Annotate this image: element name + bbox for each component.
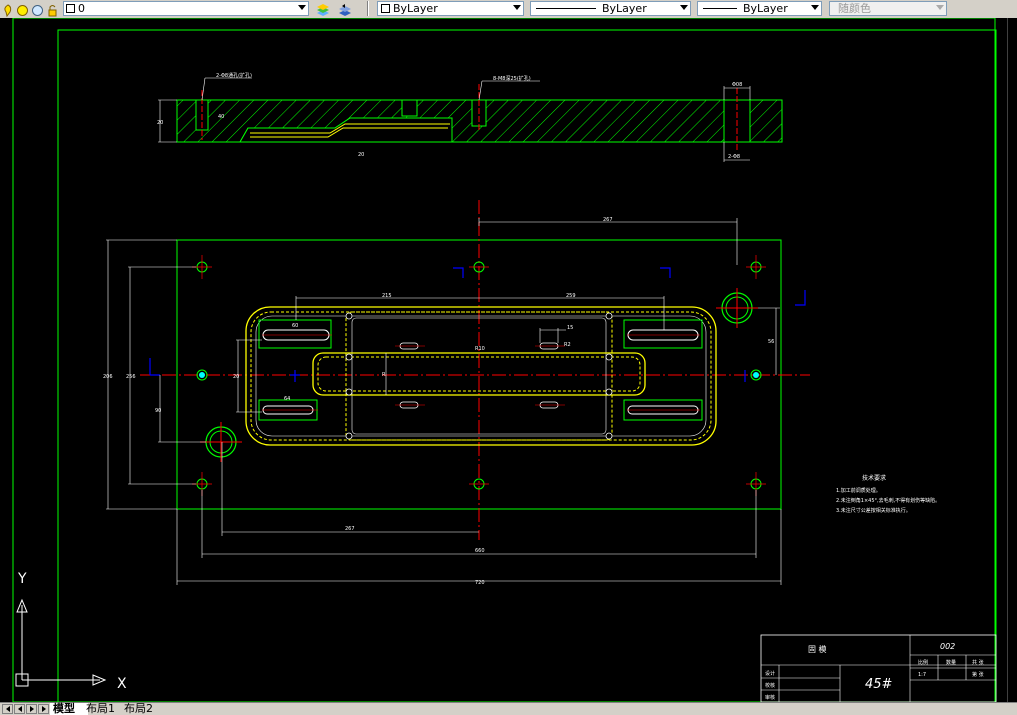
color-value: ByLayer: [393, 2, 438, 15]
plotstyle-value: 随颜色: [838, 2, 871, 15]
section-dim-h: 20: [157, 120, 163, 126]
lineweight-dropdown[interactable]: ByLayer: [697, 1, 822, 16]
layer-dropdown[interactable]: 0: [63, 1, 309, 16]
ucs-x-label: X: [117, 676, 127, 692]
part-name: 固 模: [808, 644, 827, 654]
dim-bot-267: 267: [345, 526, 355, 532]
drawing-canvas[interactable]: 20 40 20 2-Φ8通孔(扩孔) 8-M8深25(扩孔) Φ08 2-Φ8: [0, 18, 1007, 702]
dim-56: 56: [768, 339, 774, 345]
tech-notes-title: 技术要求: [862, 474, 886, 482]
chevron-down-icon: [298, 5, 306, 10]
linetype-dropdown[interactable]: ByLayer: [530, 1, 691, 16]
properties-toolbar: 0 ByLayer ByLayer ByLayer 随颜色: [0, 0, 1017, 19]
dim-720: 720: [475, 580, 485, 586]
color-dropdown[interactable]: ByLayer: [377, 1, 524, 16]
dim-64: 64: [284, 396, 290, 402]
tab-layout2[interactable]: 布局2: [121, 703, 163, 715]
section-note-b: 8-M8深25(扩孔): [493, 75, 531, 82]
tech-note-1: 1.加工前调质处理。: [836, 487, 881, 494]
layer-state-icon[interactable]: [2, 2, 15, 18]
dim-15: 15: [567, 325, 573, 331]
scale-label: 比例: [918, 659, 928, 666]
dim-r2: R2: [564, 342, 571, 348]
dim-20: 20: [233, 374, 239, 380]
layer-lock-icon[interactable]: [46, 2, 59, 17]
chevron-down-icon: [680, 5, 688, 10]
lineweight-preview: [703, 8, 737, 9]
chevron-down-icon: [513, 5, 521, 10]
dim-60: 60: [292, 323, 298, 329]
layout-tab-bar: 模型 布局1 布局2: [0, 702, 1017, 715]
linetype-value: ByLayer: [602, 2, 647, 15]
linetype-preview: [536, 8, 596, 9]
section-note-a: 2-Φ8通孔(扩孔): [216, 72, 252, 79]
dim-r: R: [382, 372, 386, 378]
chevron-down-icon: [811, 5, 819, 10]
prev-tab-button[interactable]: [14, 704, 25, 714]
section-note-c: Φ08: [732, 82, 742, 88]
lineweight-value: ByLayer: [743, 2, 788, 15]
drawing-number: 002: [940, 642, 955, 651]
layer-on-icon[interactable]: [16, 2, 29, 16]
dim-660: 660: [475, 548, 485, 554]
color-swatch: [381, 4, 390, 13]
dim-r10: R10: [475, 346, 485, 352]
toolbar-separator: [367, 1, 369, 16]
material: 45#: [865, 677, 893, 692]
dim-259: 259: [566, 293, 576, 299]
layer-name: 0: [78, 2, 85, 15]
approver-label: 审核: [765, 694, 775, 701]
section-dim-d1: 20: [358, 152, 364, 158]
first-tab-button[interactable]: [2, 704, 13, 714]
section-dim-d2: 2-Φ8: [728, 154, 740, 160]
plotstyle-dropdown[interactable]: 随颜色: [829, 1, 947, 16]
dim-215: 215: [382, 293, 392, 299]
tab-layout1[interactable]: 布局1: [83, 703, 125, 715]
scale-value: 1:7: [918, 672, 926, 678]
count-label: 数量: [946, 659, 956, 666]
dim-206: 206: [103, 374, 113, 380]
next-tab-button[interactable]: [26, 704, 37, 714]
tech-note-2: 2.未注倒角1×45°,去毛刺,不得有划伤等缺陷。: [836, 497, 940, 504]
dim-90: 90: [155, 408, 161, 414]
checker-label: 校核: [765, 682, 775, 689]
make-object-layer-current-icon[interactable]: [315, 2, 331, 16]
layer-freeze-icon[interactable]: [31, 2, 44, 16]
designer-label: 设计: [765, 670, 775, 677]
section-dim-h2: 40: [218, 114, 224, 120]
chevron-down-icon: [936, 5, 944, 10]
last-tab-button[interactable]: [38, 704, 49, 714]
ucs-y-label: Y: [17, 571, 27, 587]
layer-previous-icon[interactable]: [337, 2, 353, 16]
tech-note-3: 3.未注尺寸公差按相关标准执行。: [836, 507, 911, 514]
vertical-scrollbar[interactable]: [1007, 18, 1017, 702]
dim-top-267: 267: [603, 217, 613, 223]
sheet-number: 第 张: [972, 671, 984, 678]
sheet-total: 共 张: [972, 659, 984, 666]
dim-256: 256: [126, 374, 136, 380]
layer-color-swatch: [66, 4, 75, 13]
